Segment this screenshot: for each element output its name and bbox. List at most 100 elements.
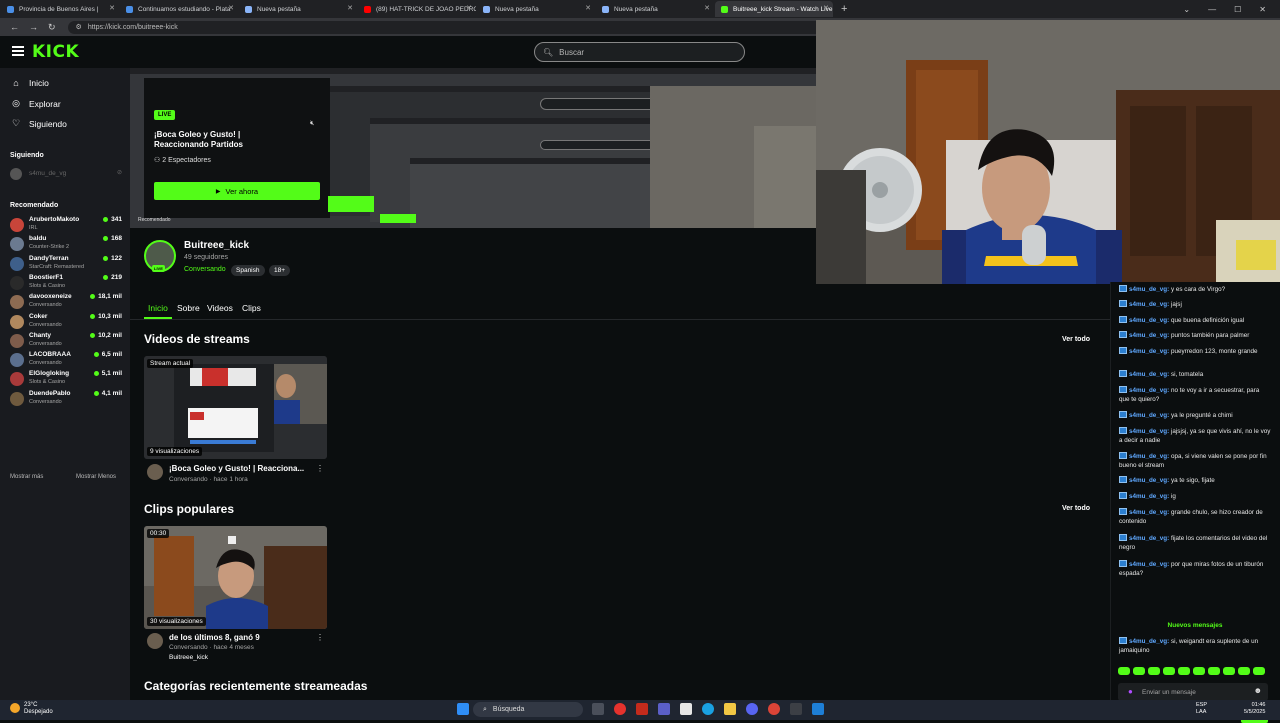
file-explorer-icon[interactable] bbox=[724, 703, 736, 715]
emoji-picker-icon[interactable]: ☻ bbox=[1254, 686, 1262, 695]
app-icon[interactable] bbox=[658, 703, 670, 715]
site-info-icon[interactable]: ⚙ bbox=[76, 23, 82, 31]
clip-title[interactable]: de los últimos 8, ganó 9 bbox=[169, 633, 260, 642]
chat-username[interactable]: s4mu_de_vg: bbox=[1129, 453, 1169, 460]
browser-tab[interactable]: Buitreee_kick Stream - Watch Live ✕ bbox=[715, 1, 833, 17]
tag-18plus[interactable]: 18+ bbox=[269, 265, 291, 276]
app-icon[interactable] bbox=[636, 703, 648, 715]
chat-username[interactable]: s4mu_de_vg: bbox=[1129, 371, 1169, 378]
close-tab-icon[interactable]: ✕ bbox=[466, 4, 472, 12]
forward-icon[interactable]: → bbox=[29, 22, 38, 33]
chat-username[interactable]: s4mu_de_vg: bbox=[1129, 561, 1169, 568]
minimize-button[interactable]: — bbox=[1208, 5, 1216, 14]
emote-icon[interactable] bbox=[1238, 667, 1250, 675]
emote-icon[interactable] bbox=[1208, 667, 1220, 675]
channel-category[interactable]: Conversando bbox=[184, 266, 226, 273]
sidebar-item-explorar[interactable]: ◎ Explorar bbox=[10, 98, 61, 109]
video-title[interactable]: ¡Boca Goleo y Gusto! | Reacciona... bbox=[169, 464, 304, 473]
close-tab-icon[interactable]: ✕ bbox=[109, 4, 115, 12]
chat-username[interactable]: s4mu_de_vg: bbox=[1129, 509, 1169, 516]
show-less-button[interactable]: Mostrar Menos bbox=[76, 474, 116, 480]
emote-icon[interactable] bbox=[1118, 667, 1130, 675]
app-icon[interactable] bbox=[790, 703, 802, 715]
browser-tab[interactable]: Nueva pestaña ✕ bbox=[239, 1, 357, 17]
chat-username[interactable]: s4mu_de_vg: bbox=[1129, 286, 1169, 293]
recommended-channel-item[interactable]: baldu Counter-Strike 2 168 bbox=[10, 235, 122, 254]
tab-inicio[interactable]: Inicio bbox=[148, 303, 168, 313]
chat-username[interactable]: s4mu_de_vg: bbox=[1129, 412, 1169, 419]
tag-spanish[interactable]: Spanish bbox=[231, 265, 265, 276]
mic-icon[interactable]: ● bbox=[1128, 687, 1133, 696]
video-player[interactable]: LIVE ¡Boca Goleo y Gusto! | Reaccionando… bbox=[130, 68, 816, 228]
chat-username[interactable]: s4mu_de_vg: bbox=[1129, 477, 1169, 484]
search-input[interactable]: 🔍︎ Buscar bbox=[534, 42, 745, 62]
task-view-icon[interactable] bbox=[592, 703, 604, 715]
close-window-button[interactable]: ✕ bbox=[1259, 5, 1266, 14]
taskbar-search[interactable]: ⌕ Búsqueda bbox=[473, 702, 583, 717]
chat-input[interactable]: ● Enviar un mensaje ☻ bbox=[1118, 683, 1268, 701]
chat-username[interactable]: s4mu_de_vg: bbox=[1129, 332, 1169, 339]
more-options-icon[interactable]: ⋮ bbox=[316, 633, 324, 642]
close-tab-icon[interactable]: ✕ bbox=[704, 4, 710, 12]
emote-icon[interactable] bbox=[1178, 667, 1190, 675]
close-tab-icon[interactable]: ✕ bbox=[228, 4, 234, 12]
recommended-channel-item[interactable]: Coker Conversando 10,3 mil bbox=[10, 313, 122, 332]
menu-icon[interactable] bbox=[12, 46, 24, 56]
chat-username[interactable]: s4mu_de_vg: bbox=[1129, 493, 1169, 500]
new-tab-button[interactable]: + bbox=[841, 3, 847, 15]
avatar[interactable] bbox=[147, 464, 163, 480]
reload-icon[interactable]: ↻ bbox=[48, 22, 56, 33]
close-tab-icon[interactable]: ✕ bbox=[823, 4, 829, 12]
new-messages-button[interactable]: Nuevos mensajes bbox=[1110, 622, 1280, 629]
app-icon[interactable] bbox=[680, 703, 692, 715]
chat-username[interactable]: s4mu_de_vg: bbox=[1129, 638, 1169, 645]
recommended-channel-item[interactable]: DandyTerran StarCraft: Remastered 122 bbox=[10, 255, 122, 274]
maximize-button[interactable]: ☐ bbox=[1234, 5, 1241, 14]
browser-tab[interactable]: Nueva pestaña ✕ bbox=[477, 1, 595, 17]
close-tab-icon[interactable]: ✕ bbox=[585, 4, 591, 12]
chat-username[interactable]: s4mu_de_vg: bbox=[1129, 387, 1169, 394]
recommended-channel-item[interactable]: ArubertoMakoto IRL 341 bbox=[10, 216, 122, 235]
chat-username[interactable]: s4mu_de_vg: bbox=[1129, 317, 1169, 324]
recommended-channel-item[interactable]: Chanty Conversando 10,2 mil bbox=[10, 332, 122, 351]
emote-icon[interactable] bbox=[1148, 667, 1160, 675]
edge-icon[interactable] bbox=[702, 703, 714, 715]
clip-thumbnail[interactable]: 00:30 30 visualizaciones bbox=[144, 526, 327, 629]
app-icon[interactable] bbox=[614, 703, 626, 715]
chat-username[interactable]: s4mu_de_vg: bbox=[1129, 301, 1169, 308]
tab-sobre[interactable]: Sobre bbox=[177, 303, 200, 313]
weather-widget[interactable]: 23°C Despejado bbox=[10, 702, 53, 716]
browser-tab[interactable]: Continuamos estudiando - Plata ✕ bbox=[120, 1, 238, 17]
watch-now-button[interactable]: ▶ Ver ahora bbox=[154, 182, 320, 200]
recommended-channel-item[interactable]: davooxeneize Conversando 18,1 mil bbox=[10, 293, 122, 312]
kick-logo[interactable]: KICK bbox=[32, 42, 79, 62]
dropdown-icon[interactable]: ⌄ bbox=[1183, 5, 1190, 14]
discord-icon[interactable] bbox=[746, 703, 758, 715]
emote-icon[interactable] bbox=[1253, 667, 1265, 675]
see-all-clips-link[interactable]: Ver todo bbox=[1062, 505, 1090, 512]
app-icon[interactable] bbox=[812, 703, 824, 715]
browser-tab[interactable]: Nueva pestaña ✕ bbox=[596, 1, 714, 17]
recommended-channel-item[interactable]: DuendePablo Conversando 4,1 mil bbox=[10, 390, 122, 409]
close-tab-icon[interactable]: ✕ bbox=[347, 4, 353, 12]
chat-username[interactable]: s4mu_de_vg: bbox=[1129, 535, 1169, 542]
mute-icon[interactable]: 🔇︎ bbox=[310, 120, 314, 128]
more-options-icon[interactable]: ⋮ bbox=[316, 464, 324, 473]
stream-video-thumbnail[interactable]: Stream actual 9 visualizaciones bbox=[144, 356, 327, 459]
channel-name[interactable]: Buitreee_kick bbox=[184, 240, 249, 251]
windows-start-icon[interactable] bbox=[457, 703, 469, 715]
clip-author[interactable]: Buitreee_kick bbox=[169, 654, 208, 661]
avatar[interactable] bbox=[147, 633, 163, 649]
emote-icon[interactable] bbox=[1223, 667, 1235, 675]
recommended-channel-item[interactable]: BoostierF1 Slots & Casino 219 bbox=[10, 274, 122, 293]
chat-username[interactable]: s4mu_de_vg: bbox=[1129, 348, 1169, 355]
chat-username[interactable]: s4mu_de_vg: bbox=[1129, 428, 1169, 435]
sidebar-item-inicio[interactable]: ⌂ Inicio bbox=[10, 78, 49, 88]
clock[interactable]: 01:46 5/5/2025 bbox=[1244, 702, 1265, 716]
following-item[interactable]: s4mu_de_vg ⊘ bbox=[10, 167, 122, 181]
url-field[interactable]: ⚙ https://kick.com/buitreee-kick bbox=[67, 20, 828, 34]
recommended-channel-item[interactable]: LACOBRAAA Conversando 6,5 mil bbox=[10, 351, 122, 370]
back-icon[interactable]: ← bbox=[10, 22, 19, 33]
chrome-icon[interactable] bbox=[768, 703, 780, 715]
sidebar-item-siguiendo[interactable]: ♡ Siguiendo bbox=[10, 118, 67, 129]
